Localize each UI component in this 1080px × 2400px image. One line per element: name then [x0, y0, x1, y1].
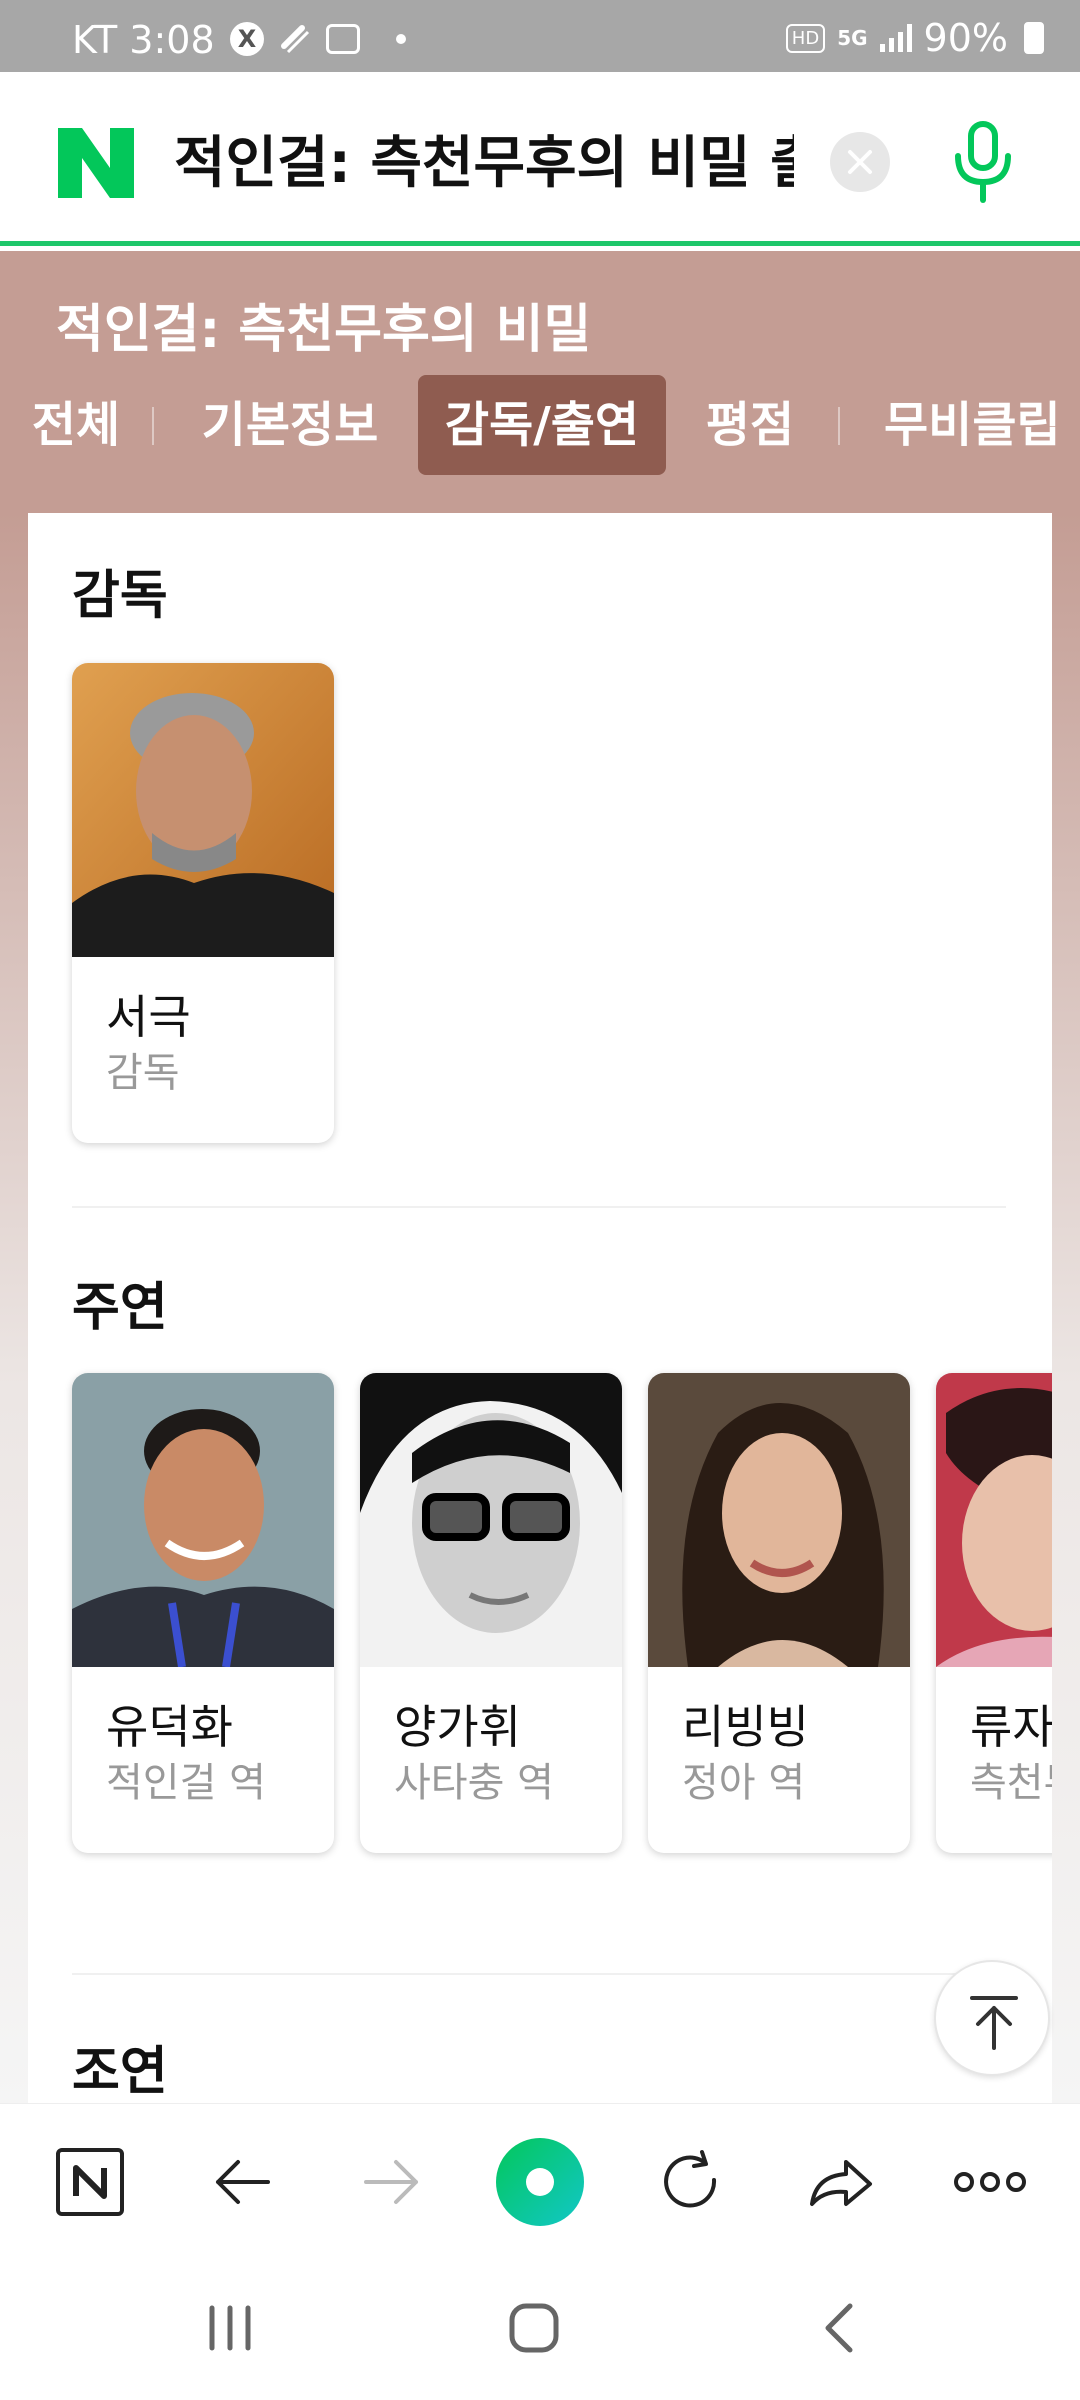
naver-home-button[interactable] — [50, 2142, 130, 2222]
status-bar: KT 3:08 X HD 5G 90% — [0, 0, 1080, 72]
person-card[interactable]: 서극 감독 — [72, 663, 334, 1143]
tab-all[interactable]: 전체 — [18, 375, 134, 475]
back-button[interactable] — [202, 2142, 282, 2222]
forward-button[interactable] — [352, 2142, 432, 2222]
scroll-top-button[interactable] — [934, 1960, 1050, 2076]
person-card[interactable]: 유덕화 적인걸 역 — [72, 1373, 334, 1853]
more-icon — [954, 2172, 1026, 2192]
actor-photo — [360, 1373, 622, 1667]
forward-arrow-icon — [364, 2160, 418, 2204]
person-role: 정아 역 — [682, 1760, 806, 1806]
android-navigation-bar — [0, 2258, 1080, 2400]
person-name: 양가휘 — [394, 1700, 521, 1754]
person-name: 류자링 — [970, 1700, 1052, 1754]
section-divider — [72, 1973, 1006, 1975]
movie-tabs: 전체 기본정보 감독/출연 평점 무비클립 — [0, 375, 1080, 475]
search-input[interactable]: 적인걸: 측천무후의 비밀 출 — [174, 124, 794, 204]
recent-apps-button[interactable] — [190, 2298, 270, 2358]
status-right: HD 5G 90% — [785, 16, 1044, 60]
refresh-icon — [664, 2150, 717, 2208]
green-dot-icon — [496, 2138, 584, 2226]
person-role: 감독 — [106, 1050, 180, 1096]
actor-photo — [72, 1373, 334, 1667]
person-name: 서극 — [106, 990, 191, 1044]
tab-ratings[interactable]: 평점 — [690, 375, 810, 475]
network-5g-icon: 5G — [837, 26, 868, 50]
actor-photo — [648, 1373, 910, 1667]
person-role: 적인걸 역 — [106, 1760, 266, 1806]
cast-crew-panel: 감독 서극 감독 주연 유덕화 적인걸 역 양가휘 사타충 역 리빙빙 정아 역… — [28, 513, 1052, 2103]
tab-movie-clips[interactable]: 무비클립 — [872, 375, 1080, 475]
person-name: 유덕화 — [106, 1700, 233, 1754]
arrow-up-icon — [970, 1996, 1018, 2050]
home-icon — [509, 2303, 559, 2353]
tab-divider — [152, 407, 154, 445]
time-label: 3:08 — [129, 18, 215, 62]
x-app-icon: X — [230, 22, 264, 56]
person-card[interactable]: 양가휘 사타충 역 — [360, 1373, 622, 1853]
carrier-time: KT 3:08 — [72, 18, 215, 62]
back-icon — [825, 2303, 853, 2353]
refresh-button[interactable] — [650, 2142, 730, 2222]
green-dot-button[interactable] — [494, 2136, 586, 2228]
browser-toolbar — [0, 2103, 1080, 2258]
more-button[interactable] — [950, 2142, 1030, 2222]
chat-icon — [326, 24, 360, 54]
battery-percent: 90% — [923, 16, 1008, 60]
hd-icon: HD — [785, 23, 826, 53]
home-button[interactable] — [494, 2298, 574, 2358]
system-back-button[interactable] — [800, 2298, 880, 2358]
tab-divider — [838, 407, 840, 445]
chain-icon — [281, 25, 310, 54]
movie-header: 적인걸: 측천무후의 비밀 전체 기본정보 감독/출연 평점 무비클립 — [0, 251, 1080, 513]
share-button[interactable] — [800, 2142, 880, 2222]
actor-photo — [936, 1373, 1052, 1667]
microphone-icon — [955, 121, 1011, 203]
recent-apps-icon — [209, 2305, 251, 2351]
tab-cast-crew[interactable]: 감독/출연 — [418, 375, 666, 475]
share-icon — [810, 2160, 872, 2206]
close-icon — [848, 150, 872, 174]
person-name: 리빙빙 — [682, 1700, 809, 1754]
voice-search-button[interactable] — [948, 120, 1018, 204]
search-header: 적인걸: 측천무후의 비밀 출 — [0, 72, 1080, 246]
section-divider — [72, 1206, 1006, 1208]
naver-n-logo-icon[interactable] — [58, 128, 134, 198]
movie-title: 적인걸: 측천무후의 비밀 — [56, 300, 592, 360]
section-title-lead: 주연 — [72, 1278, 168, 1338]
person-card[interactable]: 리빙빙 정아 역 — [648, 1373, 910, 1853]
back-arrow-icon — [216, 2160, 270, 2204]
notification-icons: X — [230, 22, 406, 56]
person-card[interactable]: 류자링 측천무후 역 — [936, 1373, 1052, 1853]
section-title-supporting: 조연 — [72, 2042, 168, 2102]
section-title-director: 감독 — [72, 566, 168, 626]
signal-icon — [879, 24, 912, 52]
person-role: 측천무후 역 — [970, 1760, 1052, 1806]
battery-icon — [1024, 22, 1044, 54]
carrier-label: KT — [72, 18, 118, 62]
director-photo — [72, 663, 334, 957]
naver-home-icon — [56, 2148, 124, 2216]
more-notifications-dot — [396, 34, 406, 44]
tab-basic-info[interactable]: 기본정보 — [190, 375, 390, 475]
clear-search-button[interactable] — [830, 132, 890, 192]
person-role: 사타충 역 — [394, 1760, 554, 1806]
